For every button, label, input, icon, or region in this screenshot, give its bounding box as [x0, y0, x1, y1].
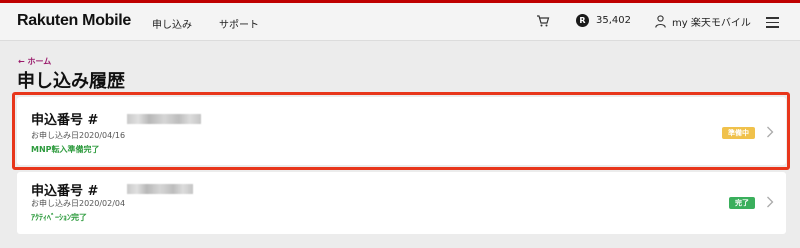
order-number-label: 申込番号 #	[31, 184, 99, 199]
points-display[interactable]: R 35,402	[576, 14, 631, 27]
page-title: 申し込み履歴	[17, 71, 125, 92]
order-number-label: 申込番号 #	[31, 113, 99, 128]
masked-order-number	[127, 114, 201, 124]
status-badge: 完了	[729, 197, 755, 209]
account-menu[interactable]: my 楽天モバイル	[655, 14, 751, 29]
order-date: お申し込み日2020/02/04	[31, 199, 126, 208]
top-header: Rakuten Mobile 申し込み サポート R 35,402 my 楽天モ…	[0, 3, 800, 41]
points-value: 35,402	[596, 15, 631, 26]
order-card[interactable]: 申込番号 # お申し込み日2020/02/04 ｱｸﾃｨﾍﾞｰｼｮﾝ完了 完了	[17, 172, 786, 234]
order-status-note: ｱｸﾃｨﾍﾞｰｼｮﾝ完了	[31, 213, 87, 222]
nav-support[interactable]: サポート	[219, 16, 259, 31]
breadcrumb-home[interactable]: ← ホーム	[18, 56, 51, 67]
cart-icon[interactable]	[536, 14, 550, 28]
order-status-note: MNP転入準備完了	[31, 145, 100, 154]
points-icon: R	[576, 14, 589, 27]
order-card[interactable]: 申込番号 # お申し込み日2020/04/16 MNP転入準備完了 準備中	[17, 97, 786, 165]
chevron-right-icon	[767, 126, 774, 138]
user-icon	[655, 15, 666, 28]
account-label: my 楽天モバイル	[672, 18, 751, 29]
nav-apply[interactable]: 申し込み	[152, 16, 192, 31]
chevron-right-icon	[767, 196, 774, 208]
rakuten-mobile-logo[interactable]: Rakuten Mobile	[17, 12, 131, 30]
order-date: お申し込み日2020/04/16	[31, 131, 126, 140]
masked-order-number	[127, 184, 193, 194]
status-badge: 準備中	[722, 127, 755, 139]
hamburger-menu-icon[interactable]	[766, 17, 779, 28]
